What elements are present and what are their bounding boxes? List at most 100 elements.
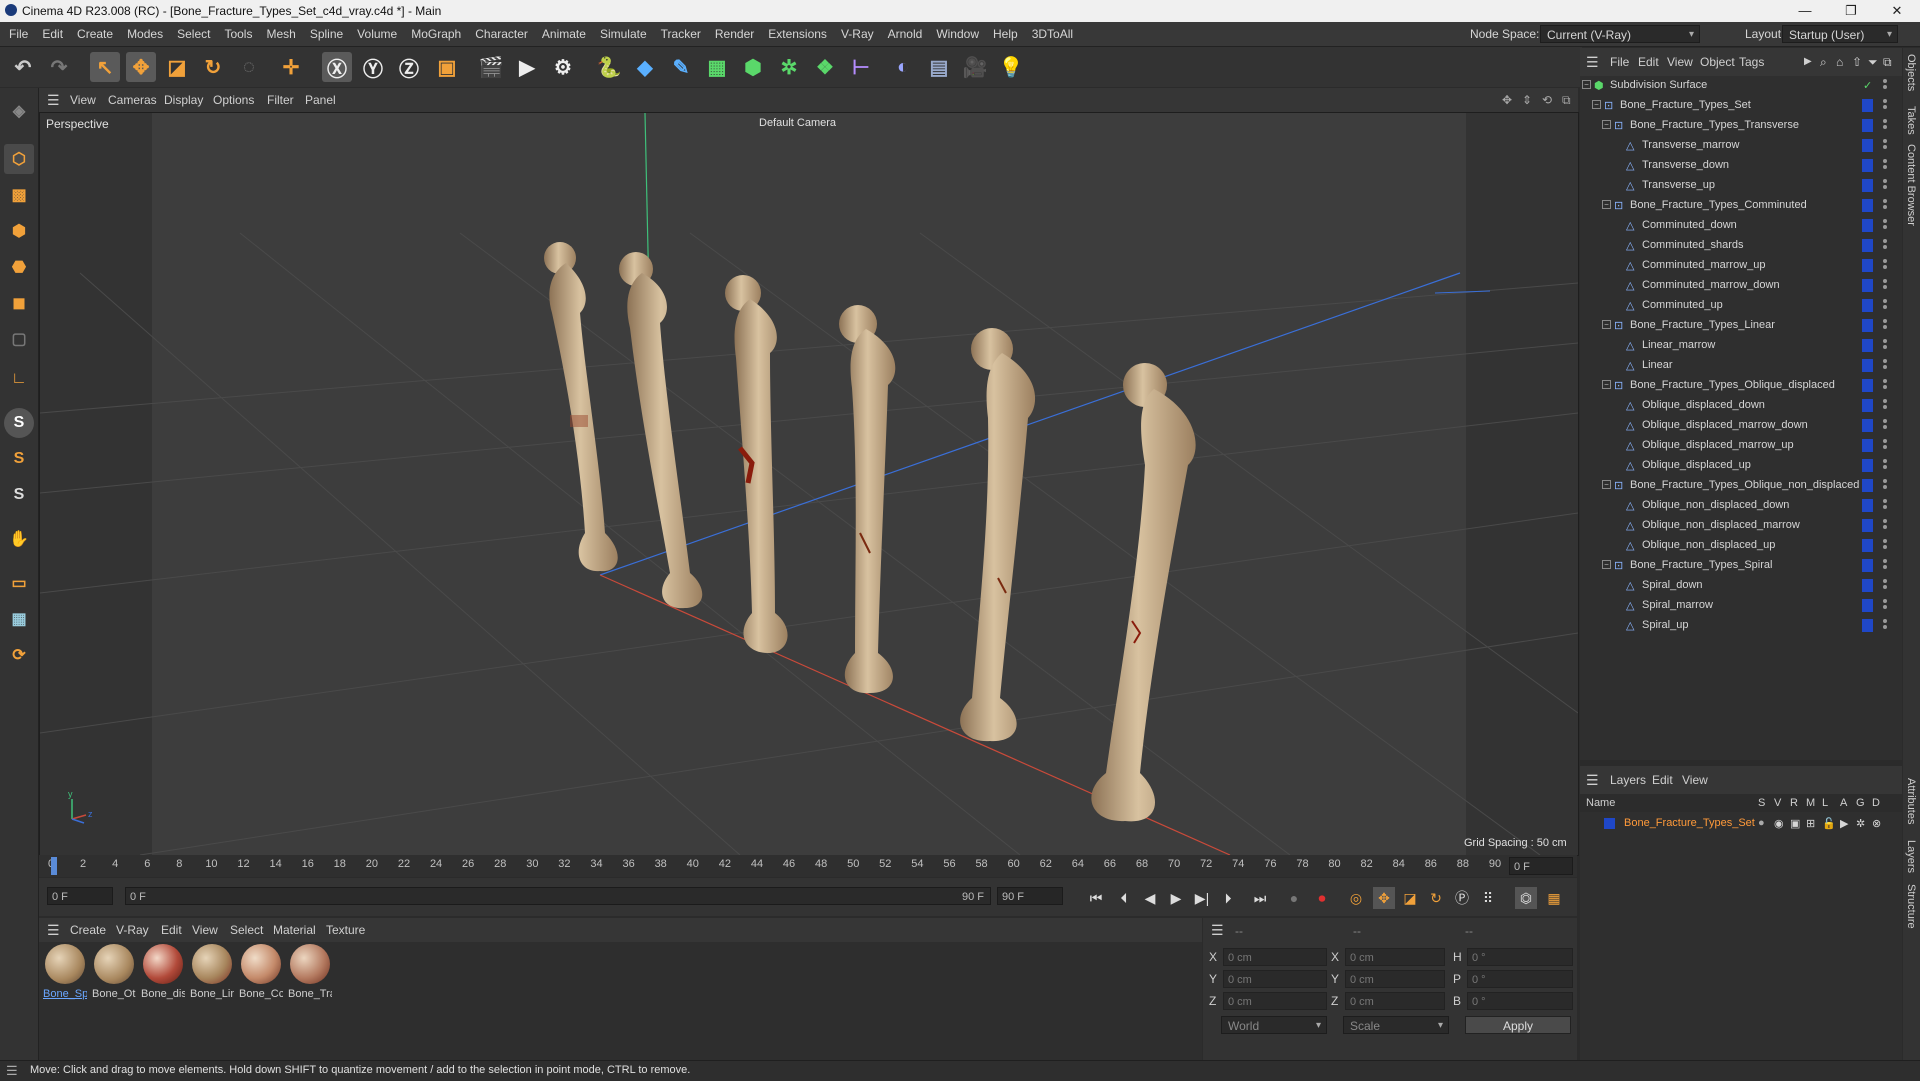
viewport-menu-panel[interactable]: Panel xyxy=(305,88,336,112)
collapse-toggle-icon[interactable]: − xyxy=(1602,120,1611,129)
layer-color-icon[interactable] xyxy=(1862,499,1873,512)
object-menu-object[interactable]: Object xyxy=(1700,48,1735,76)
viewport-menu-filter[interactable]: Filter xyxy=(267,88,294,112)
rot-h-field[interactable]: 0 ° xyxy=(1467,948,1573,966)
object-name[interactable]: Oblique_displaced_marrow_up xyxy=(1642,439,1794,451)
key-rotation-icon[interactable]: ↻ xyxy=(1425,887,1447,909)
layer-color-icon[interactable] xyxy=(1862,99,1873,112)
object-name[interactable]: Bone_Fracture_Types_Spiral xyxy=(1630,559,1772,571)
layer-color-icon[interactable] xyxy=(1862,539,1873,552)
object-new-view-icon[interactable]: ⧉ xyxy=(1883,48,1892,76)
x-axis-lock-icon[interactable]: Ⓧ xyxy=(322,52,352,82)
snap-icon[interactable]: S xyxy=(4,408,34,438)
object-name[interactable]: Linear xyxy=(1642,359,1673,371)
time-icon[interactable]: ⟳ xyxy=(4,640,34,670)
object-row[interactable]: △ Comminuted_up xyxy=(1580,296,1902,316)
object-name[interactable]: Comminuted_shards xyxy=(1642,239,1744,251)
visibility-dots-icon[interactable] xyxy=(1883,599,1887,613)
object-name[interactable]: Oblique_displaced_up xyxy=(1642,459,1751,471)
object-row[interactable]: △ Comminuted_shards xyxy=(1580,236,1902,256)
object-row[interactable]: − ⊡ Bone_Fracture_Types_Transverse xyxy=(1580,116,1902,136)
object-name[interactable]: Spiral_marrow xyxy=(1642,599,1713,611)
viewport-maximize-icon[interactable]: ⧉ xyxy=(1562,88,1571,112)
tab-layers[interactable]: Layers xyxy=(1905,840,1917,873)
object-row[interactable]: △ Transverse_down xyxy=(1580,156,1902,176)
material-menu-view[interactable]: View xyxy=(192,918,218,942)
extrude-icon[interactable]: ⬢ xyxy=(738,52,768,82)
workplane-icon[interactable]: ∟ xyxy=(4,364,34,394)
menu-help[interactable]: Help xyxy=(986,22,1025,46)
visibility-dots-icon[interactable] xyxy=(1883,579,1887,593)
z-axis-lock-icon[interactable]: Ⓩ xyxy=(394,52,424,82)
object-row[interactable]: △ Linear_marrow xyxy=(1580,336,1902,356)
object-up-icon[interactable]: ⇧ xyxy=(1852,48,1862,76)
collapse-toggle-icon[interactable]: − xyxy=(1602,480,1611,489)
menu-character[interactable]: Character xyxy=(468,22,535,46)
visibility-dots-icon[interactable] xyxy=(1883,319,1887,333)
cloner-icon[interactable]: ✲ xyxy=(774,52,804,82)
more-menu-icon[interactable]: ▶ xyxy=(1804,48,1812,76)
viewport-zoom-icon[interactable]: ⇕ xyxy=(1522,88,1532,112)
material-menu-vray[interactable]: V-Ray xyxy=(116,918,149,942)
apply-button[interactable]: Apply xyxy=(1465,1016,1571,1034)
visibility-dots-icon[interactable] xyxy=(1883,339,1887,353)
layer-color-icon[interactable] xyxy=(1862,619,1873,632)
visibility-dots-icon[interactable] xyxy=(1883,259,1887,273)
material-swatch[interactable]: Bone_Lir xyxy=(188,942,234,1006)
hamburger-icon[interactable]: ☰ xyxy=(47,88,60,112)
menu-v-ray[interactable]: V-Ray xyxy=(834,22,881,46)
layer-color-icon[interactable] xyxy=(1862,279,1873,292)
tab-structure[interactable]: Structure xyxy=(1905,884,1917,929)
object-row[interactable]: △ Spiral_down xyxy=(1580,576,1902,596)
viewport-rotate-icon[interactable]: ⟲ xyxy=(1542,88,1552,112)
object-name[interactable]: Oblique_non_displaced_marrow xyxy=(1642,519,1800,531)
grid-plane-icon[interactable]: ▭ xyxy=(4,568,34,598)
mograph-icon[interactable]: ❖ xyxy=(810,52,840,82)
menu-select[interactable]: Select xyxy=(170,22,217,46)
layer-color-icon[interactable] xyxy=(1862,259,1873,272)
visibility-dots-icon[interactable] xyxy=(1883,139,1887,153)
previous-key-icon[interactable]: ⏴ xyxy=(1113,887,1135,909)
collapse-toggle-icon[interactable]: − xyxy=(1602,200,1611,209)
menu-animate[interactable]: Animate xyxy=(535,22,593,46)
object-name[interactable]: Comminuted_marrow_up xyxy=(1642,259,1766,271)
spline-pen-icon[interactable]: ✎ xyxy=(666,52,696,82)
object-name[interactable]: Bone_Fracture_Types_Oblique_non_displace… xyxy=(1630,479,1859,491)
visibility-dots-icon[interactable] xyxy=(1883,279,1887,293)
next-key-icon[interactable]: ⏵ xyxy=(1217,887,1239,909)
object-name[interactable]: Comminuted_up xyxy=(1642,299,1723,311)
object-name[interactable]: Oblique_displaced_down xyxy=(1642,399,1765,411)
object-row[interactable]: − ⊡ Bone_Fracture_Types_Linear xyxy=(1580,316,1902,336)
menu-arnold[interactable]: Arnold xyxy=(881,22,930,46)
layer-color-icon[interactable] xyxy=(1862,239,1873,252)
layer-color-icon[interactable] xyxy=(1862,299,1873,312)
floor-icon[interactable]: ▤ xyxy=(924,52,954,82)
layer-color-icon[interactable] xyxy=(1862,139,1873,152)
key-position-icon[interactable]: ✥ xyxy=(1373,887,1395,909)
size-z-field[interactable]: 0 cm xyxy=(1345,992,1445,1010)
viewport-menu-cameras[interactable]: Cameras xyxy=(108,88,157,112)
object-row[interactable]: △ Transverse_up xyxy=(1580,176,1902,196)
collapse-toggle-icon[interactable]: − xyxy=(1602,320,1611,329)
collapse-toggle-icon[interactable]: − xyxy=(1602,380,1611,389)
camera-icon[interactable]: 🎥 xyxy=(960,52,990,82)
rot-p-field[interactable]: 0 ° xyxy=(1467,970,1573,988)
point-mode-icon[interactable]: ⬢ xyxy=(4,216,34,246)
goto-start-icon[interactable]: ⏮ xyxy=(1085,887,1107,909)
visibility-dots-icon[interactable] xyxy=(1883,159,1887,173)
visibility-dots-icon[interactable] xyxy=(1883,519,1887,533)
object-name[interactable]: Spiral_down xyxy=(1642,579,1703,591)
visibility-dots-icon[interactable] xyxy=(1883,459,1887,473)
layer-color-icon[interactable] xyxy=(1862,459,1873,472)
material-hamburger-icon[interactable]: ☰ xyxy=(47,918,60,942)
render-region-icon[interactable]: 🎬 xyxy=(476,52,506,82)
layer-generator-icon[interactable]: ✲ xyxy=(1856,817,1865,830)
start-frame-field[interactable]: 0 F xyxy=(47,887,113,905)
rot-b-field[interactable]: 0 ° xyxy=(1467,992,1573,1010)
visibility-dots-icon[interactable] xyxy=(1883,499,1887,513)
material-menu-texture[interactable]: Texture xyxy=(326,918,365,942)
object-row[interactable]: − ⊡ Bone_Fracture_Types_Oblique_non_displa… xyxy=(1580,476,1902,496)
model-mode-icon[interactable]: ⬡ xyxy=(4,144,34,174)
layer-visible-icon[interactable]: ◉ xyxy=(1774,817,1784,830)
pos-z-field[interactable]: 0 cm xyxy=(1223,992,1327,1010)
